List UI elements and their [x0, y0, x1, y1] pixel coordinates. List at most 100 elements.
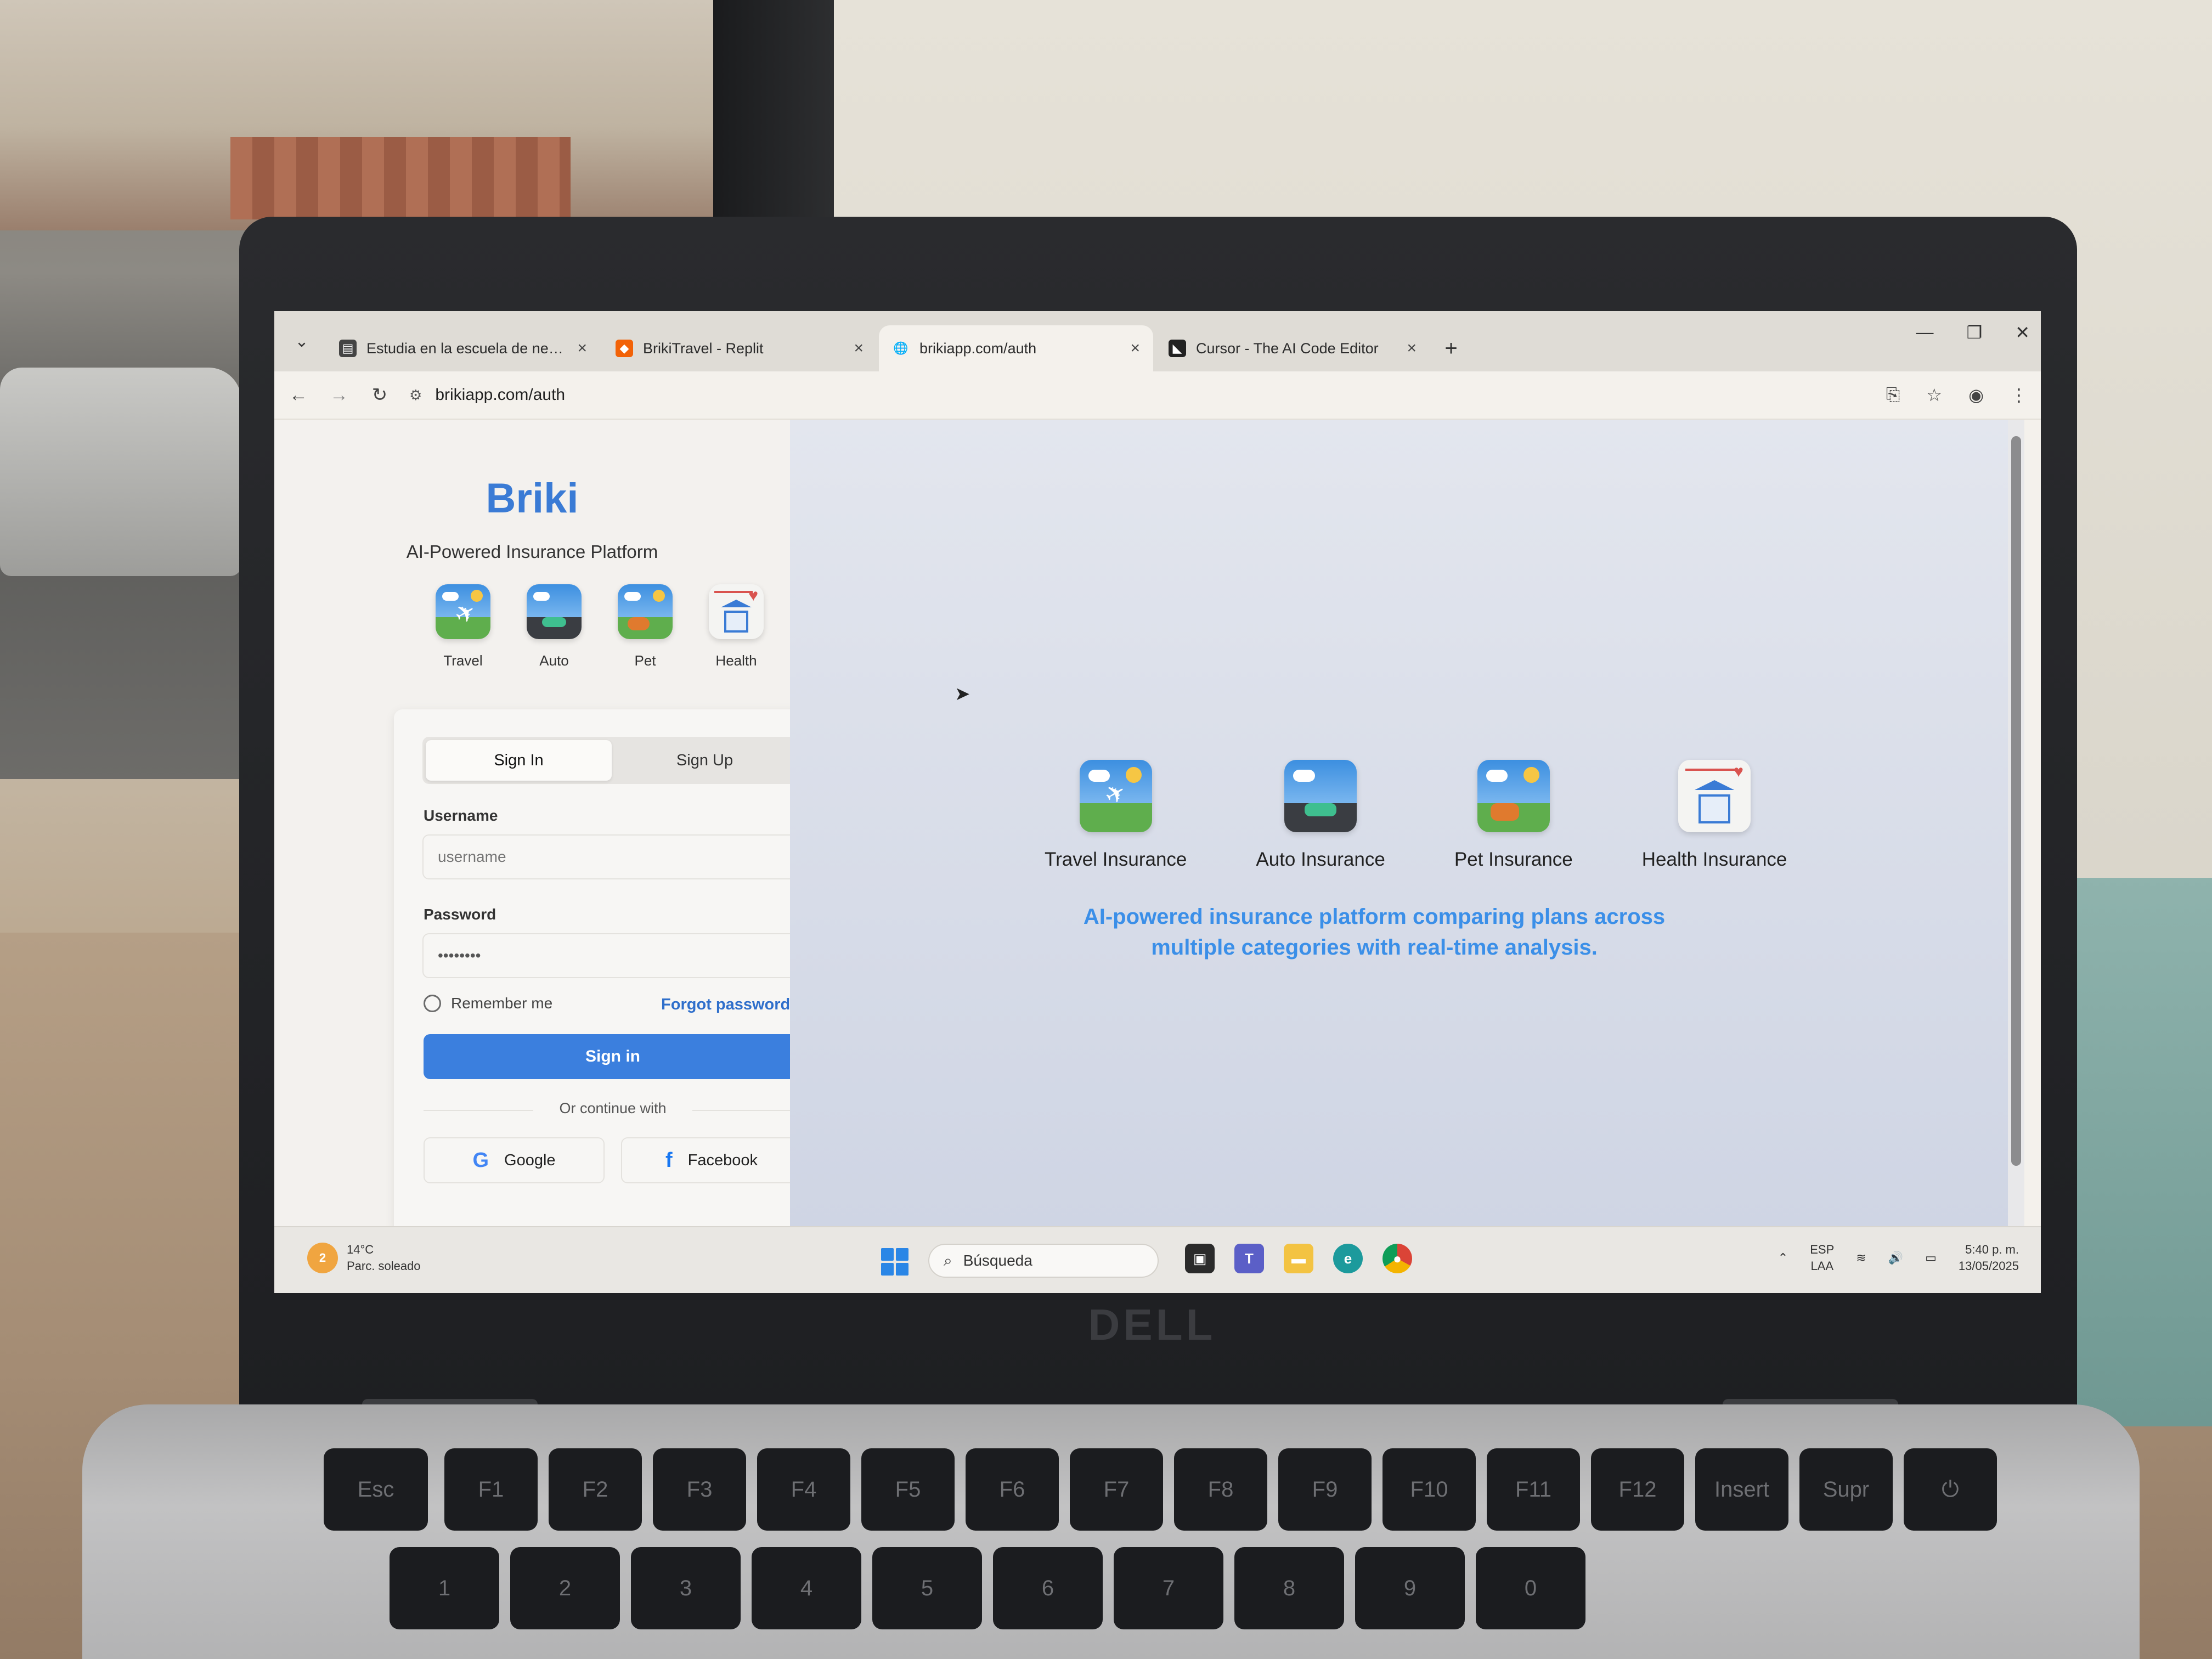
- key-2[interactable]: 2: [510, 1547, 620, 1629]
- language-indicator[interactable]: ESP LAA: [1810, 1242, 1834, 1274]
- tab-title: BrikiTravel - Replit: [643, 340, 764, 357]
- close-icon[interactable]: ×: [1130, 339, 1140, 358]
- google-icon: G: [472, 1148, 489, 1172]
- clock[interactable]: 5:40 p. m. 13/05/2025: [1959, 1242, 2019, 1274]
- facebook-login-button[interactable]: f Facebook: [621, 1137, 802, 1183]
- username-input[interactable]: [422, 834, 801, 879]
- taskbar-search[interactable]: ⌕ Búsqueda: [928, 1244, 1159, 1278]
- pet-icon: [1477, 760, 1550, 832]
- sign-in-button[interactable]: Sign in: [424, 1034, 802, 1079]
- close-window-icon[interactable]: ✕: [2015, 322, 2030, 343]
- back-icon[interactable]: ←: [287, 385, 309, 406]
- category-label: Health: [715, 652, 757, 669]
- bookmark-star-icon[interactable]: ☆: [1926, 385, 1942, 405]
- chevron-up-icon[interactable]: ⌃: [1778, 1251, 1788, 1265]
- windows-taskbar: 2 14°C Parc. soleado ⌕ Búsqueda ▣ T ▬ e …: [274, 1226, 2041, 1293]
- forward-icon[interactable]: →: [328, 385, 350, 406]
- key-6[interactable]: 6: [993, 1547, 1103, 1629]
- hero-category-travel[interactable]: ✈ Travel Insurance: [1045, 760, 1187, 871]
- key-9[interactable]: 9: [1355, 1547, 1465, 1629]
- teams-icon[interactable]: T: [1234, 1244, 1264, 1273]
- new-tab-button[interactable]: +: [1432, 325, 1470, 371]
- weather-widget[interactable]: 2 14°C Parc. soleado: [307, 1242, 421, 1274]
- address-bar[interactable]: ⚙ brikiapp.com/auth: [409, 377, 1867, 413]
- google-login-button[interactable]: G Google: [424, 1137, 605, 1183]
- key-3[interactable]: 3: [631, 1547, 741, 1629]
- page-scrollbar[interactable]: [2008, 420, 2024, 1226]
- key-7[interactable]: 7: [1114, 1547, 1223, 1629]
- remember-me-checkbox[interactable]: Remember me: [424, 995, 552, 1012]
- hero-category-pet[interactable]: Pet Insurance: [1454, 760, 1573, 871]
- battery-icon[interactable]: ▭: [1925, 1251, 1937, 1265]
- close-icon[interactable]: ×: [1407, 339, 1417, 358]
- key-insert[interactable]: Insert: [1695, 1448, 1788, 1531]
- category-health[interactable]: ♥ Health: [707, 584, 766, 669]
- key-4[interactable]: 4: [752, 1547, 861, 1629]
- key-f11[interactable]: F11: [1487, 1448, 1580, 1531]
- tab-sign-in[interactable]: Sign In: [426, 740, 612, 781]
- close-icon[interactable]: ×: [577, 339, 587, 358]
- key-0[interactable]: 0: [1476, 1547, 1585, 1629]
- category-icons-small: ✈ Travel Auto Pet ♥ Health: [433, 584, 766, 669]
- key-5[interactable]: 5: [872, 1547, 982, 1629]
- hero-category-health[interactable]: ♥ Health Insurance: [1642, 760, 1787, 871]
- edge-icon[interactable]: e: [1333, 1244, 1363, 1273]
- windows-start-icon[interactable]: [881, 1248, 909, 1276]
- key-power[interactable]: ⏻: [1904, 1448, 1997, 1531]
- password-input[interactable]: [422, 933, 801, 978]
- translate-icon[interactable]: ⎘: [1886, 385, 1900, 405]
- key-f1[interactable]: F1: [444, 1448, 538, 1531]
- key-8[interactable]: 8: [1234, 1547, 1344, 1629]
- chrome-icon[interactable]: ●: [1383, 1244, 1412, 1273]
- category-label: Pet: [634, 652, 656, 669]
- wifi-icon[interactable]: ≋: [1856, 1251, 1866, 1265]
- key-f10[interactable]: F10: [1383, 1448, 1476, 1531]
- scrollbar-thumb[interactable]: [2011, 436, 2021, 1166]
- facebook-icon: f: [665, 1148, 673, 1172]
- menu-kebab-icon[interactable]: ⋮: [2010, 385, 2028, 405]
- key-supr[interactable]: Supr: [1799, 1448, 1893, 1531]
- task-view-icon[interactable]: ▣: [1185, 1244, 1215, 1273]
- forgot-password-link[interactable]: Forgot password?: [661, 996, 800, 1014]
- key-f9[interactable]: F9: [1278, 1448, 1372, 1531]
- volume-icon[interactable]: 🔊: [1888, 1251, 1903, 1265]
- hero-category-auto[interactable]: Auto Insurance: [1256, 760, 1385, 871]
- key-f4[interactable]: F4: [757, 1448, 850, 1531]
- key-f5[interactable]: F5: [861, 1448, 955, 1531]
- key-f7[interactable]: F7: [1070, 1448, 1163, 1531]
- key-f12[interactable]: F12: [1591, 1448, 1684, 1531]
- key-f2[interactable]: F2: [549, 1448, 642, 1531]
- file-explorer-icon[interactable]: ▬: [1284, 1244, 1313, 1273]
- radio-icon[interactable]: [424, 995, 441, 1012]
- background-roof: [230, 137, 571, 219]
- restore-icon[interactable]: ❐: [1967, 322, 1983, 343]
- search-icon: ⌕: [944, 1251, 952, 1269]
- key-f6[interactable]: F6: [966, 1448, 1059, 1531]
- category-label: Travel: [443, 652, 483, 669]
- key-esc[interactable]: Esc: [324, 1448, 428, 1531]
- minimize-icon[interactable]: —: [1916, 322, 1934, 343]
- clock-time: 5:40 p. m.: [1965, 1243, 2019, 1256]
- tab-search-button[interactable]: ⌄: [285, 322, 318, 360]
- tab-cursor[interactable]: ◣ Cursor - The AI Code Editor ×: [1155, 325, 1430, 371]
- category-pet[interactable]: Pet: [616, 584, 675, 669]
- category-travel[interactable]: ✈ Travel: [433, 584, 493, 669]
- category-auto[interactable]: Auto: [524, 584, 584, 669]
- browser-toolbar: ← → ↻ ⚙ brikiapp.com/auth ⎘ ☆ ◉ ⋮: [274, 371, 2041, 420]
- travel-icon: ✈: [1079, 760, 1152, 832]
- tab-estudia[interactable]: ▤ Estudia en la escuela de negocios ×: [326, 325, 600, 371]
- close-icon[interactable]: ×: [854, 339, 864, 358]
- key-f8[interactable]: F8: [1174, 1448, 1267, 1531]
- clock-date: 13/05/2025: [1958, 1259, 2019, 1273]
- tab-brikiapp-auth[interactable]: 🌐 brikiapp.com/auth ×: [879, 325, 1153, 371]
- key-f3[interactable]: F3: [653, 1448, 746, 1531]
- health-icon: ♥: [1678, 760, 1751, 832]
- tab-brikitravel-replit[interactable]: ◆ BrikiTravel - Replit ×: [602, 325, 877, 371]
- reload-icon[interactable]: ↻: [369, 384, 391, 406]
- tab-sign-up[interactable]: Sign Up: [612, 740, 798, 781]
- key-1[interactable]: 1: [390, 1547, 499, 1629]
- language-code: ESP: [1810, 1243, 1835, 1256]
- keyboard-deck: Esc F1 F2 F3 F4 F5 F6 F7 F8 F9 F10 F11 F…: [82, 1404, 2140, 1659]
- site-settings-icon[interactable]: ⚙: [409, 387, 422, 404]
- profile-icon[interactable]: ◉: [1968, 385, 1984, 405]
